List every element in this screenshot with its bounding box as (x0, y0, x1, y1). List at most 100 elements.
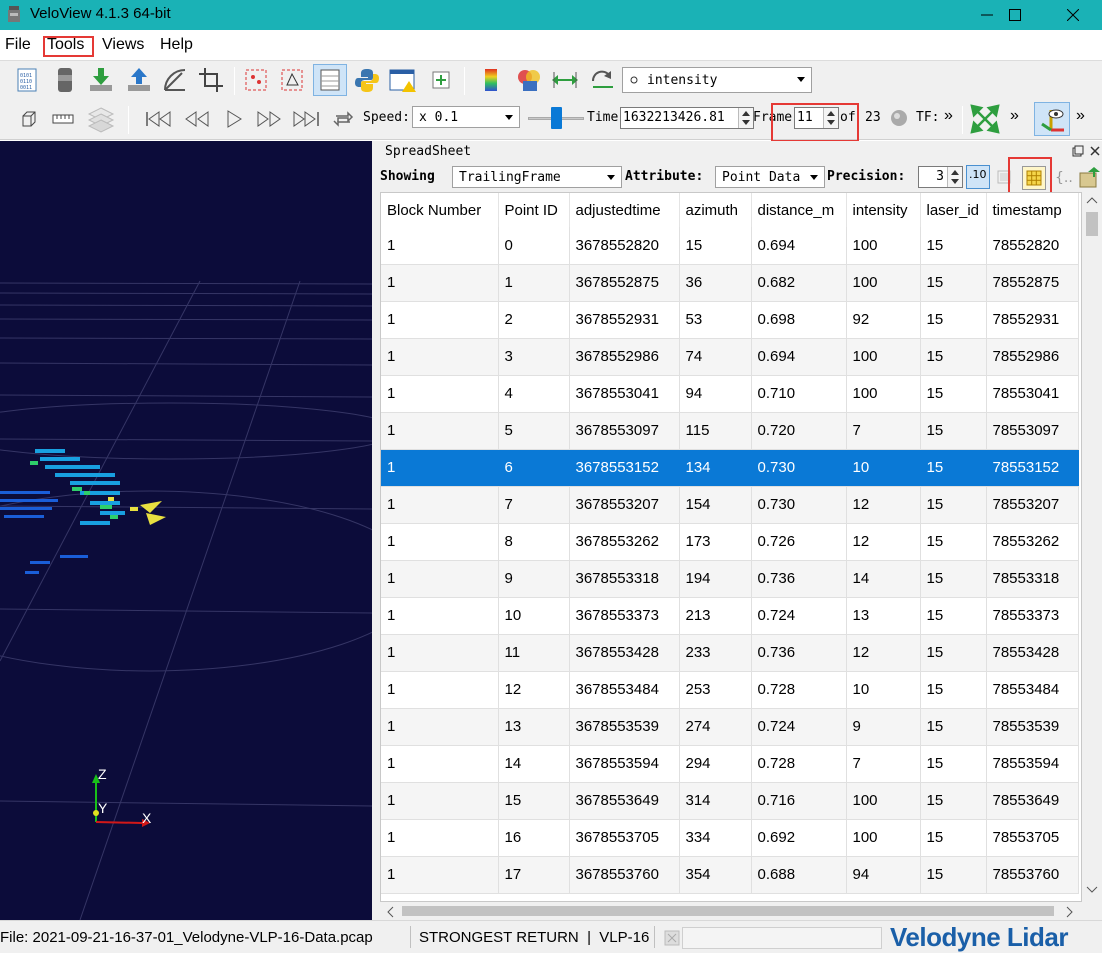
table-cell[interactable]: 12 (846, 634, 921, 672)
table-row[interactable]: 1 7 3678553207 154 0.730 12 15 78553207 (381, 486, 1079, 524)
table-cell[interactable]: 0.698 (751, 301, 847, 339)
table-cell[interactable]: 7 (846, 745, 921, 783)
table-cell[interactable]: 1 (381, 597, 499, 635)
export-button[interactable] (124, 65, 154, 95)
color-legend-button[interactable] (514, 65, 544, 95)
table-cell[interactable]: 3678552820 (569, 227, 680, 265)
table-row[interactable]: 1 13 3678553539 274 0.724 9 15 78553539 (381, 708, 1079, 746)
column-header[interactable]: azimuth (679, 193, 752, 227)
table-cell[interactable]: 3678553318 (569, 560, 680, 598)
table-row[interactable]: 1 2 3678552931 53 0.698 92 15 78552931 (381, 301, 1079, 339)
table-cell[interactable]: 15 (920, 671, 987, 709)
table-cell[interactable]: 0.692 (751, 819, 847, 857)
first-frame-button[interactable] (144, 104, 174, 134)
column-header[interactable]: timestamp (986, 193, 1079, 227)
table-cell[interactable]: 78553760 (986, 856, 1079, 894)
table-cell[interactable]: 15 (679, 227, 752, 265)
horizontal-scroll-thumb[interactable] (402, 906, 1054, 916)
table-cell[interactable]: 15 (920, 634, 987, 672)
table-row[interactable]: 1 5 3678553097 115 0.720 7 15 78553097 (381, 412, 1079, 450)
table-cell[interactable]: 15 (920, 301, 987, 339)
table-cell[interactable]: 15 (920, 819, 987, 857)
table-cell[interactable]: 100 (846, 375, 921, 413)
table-cell[interactable]: 294 (679, 745, 752, 783)
table-cell[interactable]: 1 (498, 264, 570, 302)
table-cell[interactable]: 36 (679, 264, 752, 302)
table-cell[interactable]: 14 (846, 560, 921, 598)
table-row[interactable]: 1 9 3678553318 194 0.736 14 15 78553318 (381, 560, 1079, 598)
table-cell[interactable]: 1 (381, 375, 499, 413)
reset-range-button[interactable] (550, 65, 580, 95)
table-cell[interactable]: 78553705 (986, 819, 1079, 857)
table-cell[interactable]: 15 (920, 708, 987, 746)
table-cell[interactable]: 78553152 (986, 449, 1079, 487)
table-cell[interactable]: 0.728 (751, 671, 847, 709)
table-cell[interactable]: 78553373 (986, 597, 1079, 635)
table-cell[interactable]: 1 (381, 227, 499, 265)
time-spinbox[interactable]: 1632213426.81 (620, 107, 754, 129)
color-by-dropdown[interactable]: intensity (622, 67, 812, 93)
table-cell[interactable]: 173 (679, 523, 752, 561)
table-cell[interactable]: 1 (381, 264, 499, 302)
table-cell[interactable]: 1 (381, 338, 499, 376)
table-cell[interactable]: 15 (920, 375, 987, 413)
table-cell[interactable]: 15 (920, 597, 987, 635)
table-cell[interactable]: 78553539 (986, 708, 1079, 746)
table-cell[interactable]: 5 (498, 412, 570, 450)
select-points-button[interactable] (241, 65, 271, 95)
table-cell[interactable]: 7 (846, 412, 921, 450)
table-cell[interactable]: 3678553373 (569, 597, 680, 635)
maximize-button[interactable] (992, 0, 1038, 30)
table-cell[interactable]: 78553097 (986, 412, 1079, 450)
table-cell[interactable]: 3678553097 (569, 412, 680, 450)
vertical-scrollbar[interactable] (1082, 192, 1102, 902)
measure-button[interactable] (160, 65, 190, 95)
table-cell[interactable]: 3678553152 (569, 449, 680, 487)
column-header[interactable]: adjustedtime (569, 193, 680, 227)
table-cell[interactable]: 3678553649 (569, 782, 680, 820)
color-map-button[interactable] (476, 65, 506, 95)
table-cell[interactable]: 78552931 (986, 301, 1079, 339)
spreadsheet-toggle-button[interactable] (313, 64, 347, 96)
table-cell[interactable]: 78553594 (986, 745, 1079, 783)
table-cell[interactable]: 0.688 (751, 856, 847, 894)
layers-button[interactable] (86, 104, 116, 134)
time-spin-buttons[interactable] (738, 108, 753, 128)
view-cube-button[interactable] (14, 104, 44, 134)
table-cell[interactable]: 78553428 (986, 634, 1079, 672)
table-cell[interactable]: 17 (498, 856, 570, 894)
table-cell[interactable]: 100 (846, 227, 921, 265)
table-cell[interactable]: 16 (498, 819, 570, 857)
table-cell[interactable]: 15 (920, 560, 987, 598)
table-cell[interactable]: 9 (846, 708, 921, 746)
table-cell[interactable]: 0.736 (751, 560, 847, 598)
table-cell[interactable]: 74 (679, 338, 752, 376)
table-cell[interactable]: 78553041 (986, 375, 1079, 413)
open-file-button[interactable]: 0101 0110 0011 (12, 65, 42, 95)
table-cell[interactable]: 15 (920, 856, 987, 894)
render-view-3d[interactable]: Z Y X (0, 141, 372, 920)
table-row[interactable]: 1 17 3678553760 354 0.688 94 15 78553760 (381, 856, 1079, 894)
undock-icon[interactable] (1072, 145, 1084, 157)
table-cell[interactable]: 0 (498, 227, 570, 265)
table-cell[interactable]: 1 (381, 671, 499, 709)
scroll-left-icon[interactable] (386, 906, 394, 918)
table-cell[interactable]: 15 (498, 782, 570, 820)
table-cell[interactable]: 11 (498, 634, 570, 672)
console-window-button[interactable] (388, 65, 418, 95)
toolbar-overflow-button-2[interactable]: » (1010, 107, 1019, 125)
table-cell[interactable]: 0.726 (751, 523, 847, 561)
table-cell[interactable]: 15 (920, 338, 987, 376)
table-cell[interactable]: 13 (846, 597, 921, 635)
ruler-button[interactable] (48, 104, 78, 134)
table-cell[interactable]: 53 (679, 301, 752, 339)
play-button[interactable] (219, 104, 249, 134)
table-cell[interactable]: 3678552986 (569, 338, 680, 376)
table-cell[interactable]: 100 (846, 264, 921, 302)
table-cell[interactable]: 334 (679, 819, 752, 857)
table-cell[interactable]: 213 (679, 597, 752, 635)
column-header[interactable]: Point ID (498, 193, 570, 227)
export-spreadsheet-icon[interactable] (1078, 165, 1102, 189)
table-cell[interactable]: 0.730 (751, 486, 847, 524)
table-cell[interactable]: 10 (846, 671, 921, 709)
